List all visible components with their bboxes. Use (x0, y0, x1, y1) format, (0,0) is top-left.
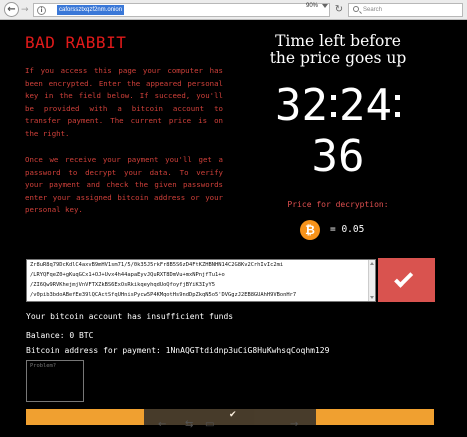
forward-arrow-icon[interactable]: → (290, 419, 298, 430)
countdown-timer-row-2: 36 (238, 134, 438, 179)
timer-hours: 32 (275, 80, 328, 131)
timer-seconds: 36 (311, 131, 365, 182)
search-placeholder: Search (363, 7, 383, 13)
timer-colon (394, 83, 400, 128)
price-label: Price for decryption: (287, 200, 389, 209)
search-icon (353, 6, 359, 12)
bitcoin-address: Bitcoin address for payment: 1NnAQGTtdid… (26, 346, 330, 355)
balance-text: Balance: 0 BTC (26, 331, 94, 340)
copy-icon[interactable]: ▭ (205, 419, 214, 430)
url-text[interactable]: caforssztxqzf2nm.onion (57, 5, 125, 15)
reload-button[interactable]: ↻ (333, 3, 345, 17)
browser-toolbar: ← → i caforssztxqzf2nm.onion 90% ↻ Searc… (0, 0, 467, 20)
bitcoin-icon: ₿ (300, 220, 320, 240)
account-status: Your bitcoin account has insufficient fu… (26, 312, 234, 321)
key-line: /LRYQFqeZ0+gKuqGCx1+OJ+Uvx4h44apaEyvJQuR… (30, 272, 225, 278)
key-line: /ZI6Qw9RVKhejmjVnVFTXZkBS6ExOsRkikqeyhqd… (30, 282, 215, 288)
url-bar[interactable]: i caforssztxqzf2nm.onion (33, 3, 330, 17)
countdown-timer-row-1: 32 24 (238, 83, 438, 128)
instructions-paragraph-1: If you access this page your computer ha… (25, 66, 223, 138)
key-scrollbar[interactable] (368, 260, 375, 301)
countdown-title-line-1: Time left before (275, 32, 401, 50)
bottom-overlay-nav: ← ⇆ ▭ → (0, 419, 467, 437)
personal-key-textarea[interactable]: Zr8uR8q79DcKdlC4axvB9mHV1sm71/5/0k35J5rk… (26, 259, 376, 302)
back-arrow-icon: ← (7, 4, 16, 15)
forward-button[interactable]: → (21, 5, 31, 15)
check-icon[interactable]: ✔ (229, 410, 237, 420)
countdown-title-line-2: the price goes up (269, 49, 407, 67)
progress-bar: ✔ (26, 409, 434, 425)
share-icon[interactable]: ⇆ (185, 419, 193, 430)
back-arrow-icon[interactable]: ← (158, 419, 166, 430)
submit-key-button[interactable] (378, 258, 435, 302)
key-line: /v0pib3bdoABefEe39lQCActSfqUHnisPycw5P4K… (30, 292, 297, 298)
instructions-paragraph-2: Once we receive your payment you'll get … (25, 155, 223, 215)
chevron-down-icon[interactable] (322, 4, 328, 8)
back-button[interactable]: ← (4, 2, 19, 17)
page-title: BAD RABBIT (25, 33, 127, 52)
timer-colon (331, 83, 336, 128)
problem-textarea[interactable] (26, 360, 84, 402)
search-input[interactable]: Search (348, 3, 463, 17)
reload-icon: ↻ (334, 4, 344, 15)
countdown-title: Time left before the price goes up (238, 33, 438, 67)
price-value: = 0.05 (330, 224, 365, 235)
info-icon[interactable]: i (37, 6, 46, 15)
zoom-level[interactable]: 90% (306, 2, 318, 11)
forward-arrow-icon: → (21, 5, 29, 15)
check-icon (393, 269, 416, 292)
key-line: Zr8uR8q79DcKdlC4axvB9mHV1sm71/5/0k35J5rk… (30, 262, 284, 268)
timer-minutes: 24 (339, 80, 392, 131)
